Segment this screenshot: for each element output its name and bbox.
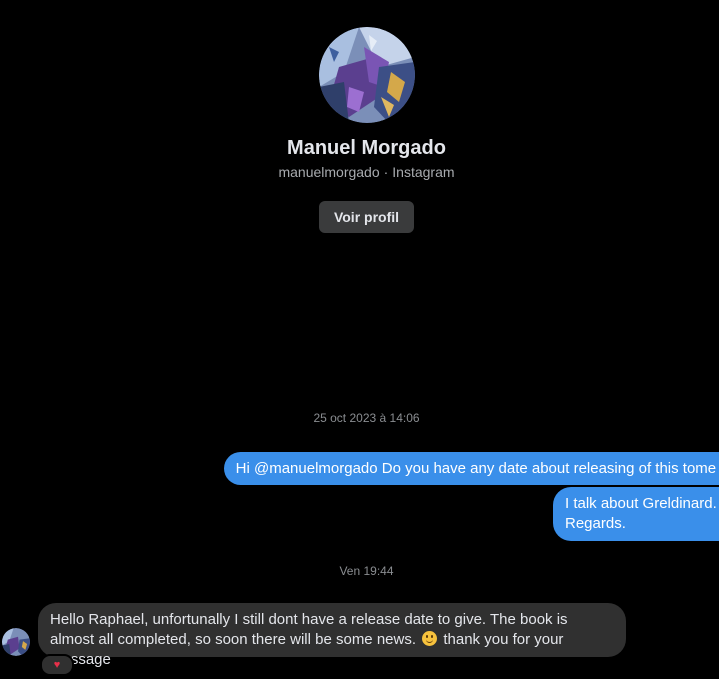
outgoing-message[interactable]: I talk about Greldinard. Regards. bbox=[553, 487, 719, 541]
sender-avatar[interactable] bbox=[2, 628, 30, 656]
profile-avatar[interactable] bbox=[319, 27, 415, 123]
chat-window: Manuel Morgado manuelmorgado · Instagram V… bbox=[0, 0, 719, 679]
message-line: Regards. bbox=[565, 515, 626, 532]
profile-username: manuelmorgado bbox=[278, 164, 380, 180]
view-profile-button[interactable]: Voir profil bbox=[319, 201, 414, 233]
avatar-artwork-icon bbox=[2, 628, 30, 656]
profile-subtitle: manuelmorgado · Instagram bbox=[0, 164, 719, 180]
smiling-face-icon bbox=[422, 631, 438, 646]
heart-reaction-icon[interactable]: ♥ bbox=[40, 654, 74, 676]
subtitle-separator: · bbox=[383, 164, 389, 180]
incoming-message[interactable]: Hello Raphael, unfortunally I still dont… bbox=[38, 603, 626, 668]
avatar-artwork-icon bbox=[319, 27, 415, 123]
message-line: I talk about Greldinard. bbox=[565, 495, 717, 512]
message-timestamp: Ven 19:44 bbox=[339, 564, 394, 578]
message-timestamp: 25 oct 2023 à 14:06 bbox=[313, 411, 420, 425]
profile-name: Manuel Morgado bbox=[287, 137, 446, 159]
outgoing-message[interactable]: Hi @manuelmorgado Do you have any date a… bbox=[223, 452, 719, 485]
profile-platform: Instagram bbox=[392, 164, 455, 180]
